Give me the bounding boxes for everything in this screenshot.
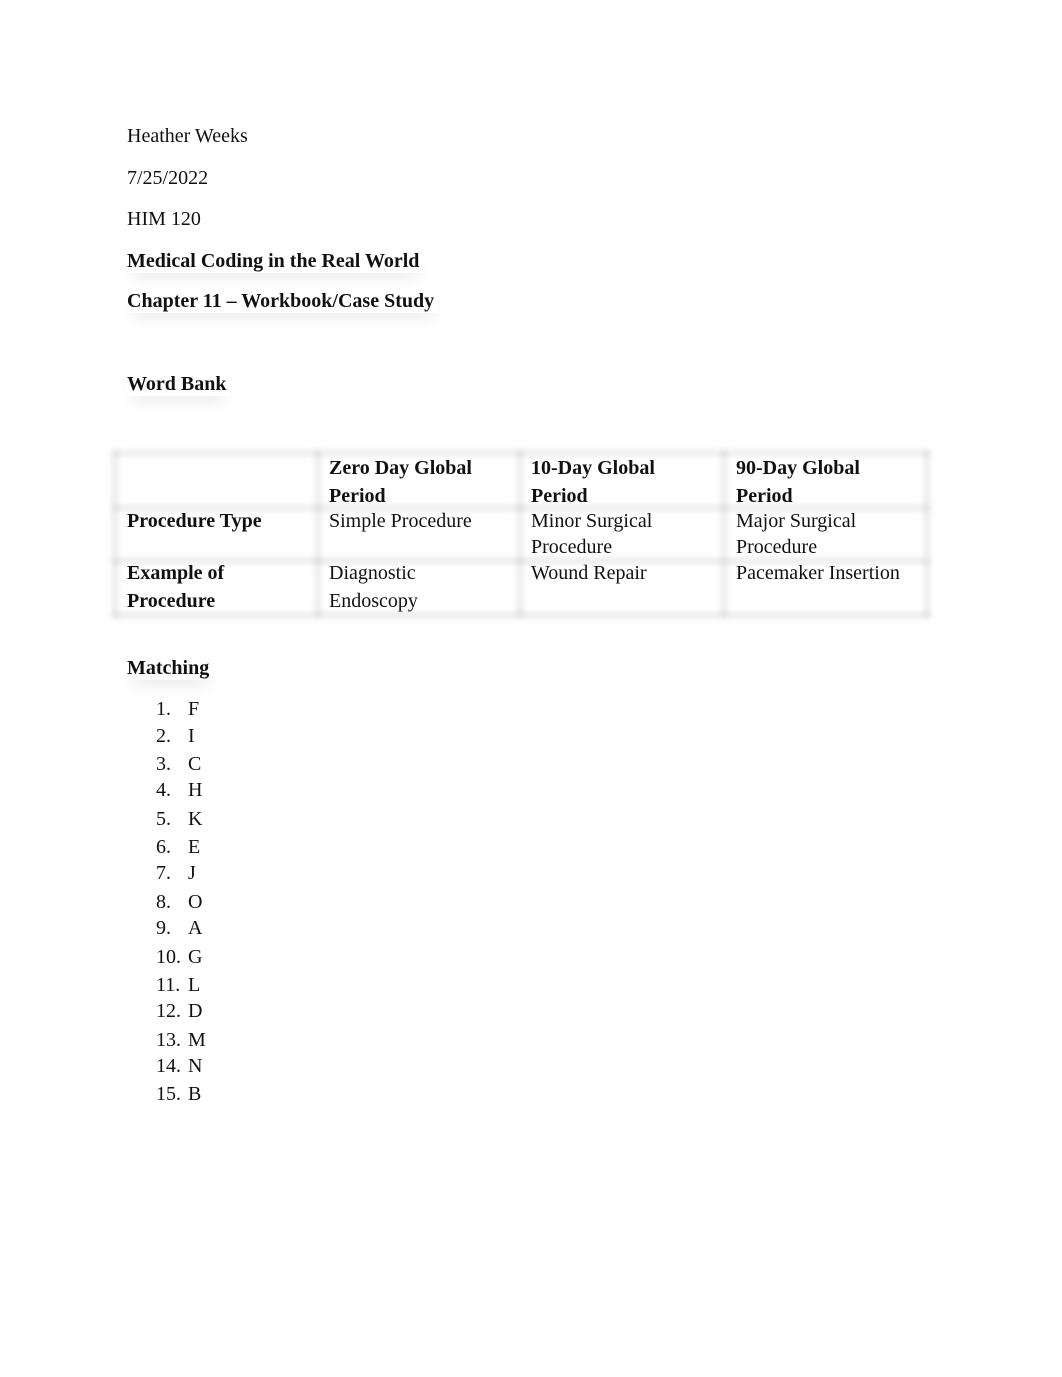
list-item: 11. L <box>156 974 201 996</box>
table-cell: Wound Repair <box>531 562 647 584</box>
row-label-example-of-procedure: Example of Procedure <box>127 562 225 612</box>
document-date: 7/25/2022 <box>127 167 209 189</box>
table-cell: Minor Surgical Procedure <box>531 510 653 558</box>
list-item: 8. O <box>156 891 203 913</box>
list-item: 9. A <box>156 917 203 939</box>
document-page: Heather Weeks 7/25/2022 HIM 120 Medical … <box>0 0 1062 1377</box>
list-item: 12. D <box>156 1000 203 1022</box>
column-header-10-day: 10-Day Global Period <box>531 457 655 507</box>
row-label-procedure-type: Procedure Type <box>127 510 262 532</box>
book-title: Medical Coding in the Real World <box>127 249 423 273</box>
column-header-90-day: 90-Day Global Period <box>736 457 860 507</box>
list-item: 6. E <box>156 836 201 858</box>
table-cell: Diagnostic Endoscopy <box>329 562 418 612</box>
table-cell: Pacemaker Insertion <box>736 562 900 584</box>
column-header-zero-day: Zero Day Global Period <box>329 457 472 507</box>
list-item: 15. B <box>156 1083 202 1105</box>
table-cell: Simple Procedure <box>329 510 472 532</box>
matching-heading: Matching <box>127 656 213 680</box>
word-bank-heading: Word Bank <box>127 372 230 396</box>
list-item: 7. J <box>156 862 196 884</box>
list-item: 10. G <box>156 946 203 968</box>
course-code: HIM 120 <box>127 208 201 230</box>
list-item: 13. M <box>156 1029 206 1051</box>
table-cell: Major Surgical Procedure <box>736 510 857 558</box>
list-item: 4. H <box>156 779 203 801</box>
list-item: 5. K <box>156 808 203 830</box>
author-name: Heather Weeks <box>127 125 248 147</box>
list-item: 3. C <box>156 753 202 775</box>
list-item: 2. I <box>156 725 195 747</box>
chapter-title: Chapter 11 – Workbook/Case Study <box>127 289 438 313</box>
list-item: 1. F <box>156 698 200 720</box>
list-item: 14. N <box>156 1055 203 1077</box>
